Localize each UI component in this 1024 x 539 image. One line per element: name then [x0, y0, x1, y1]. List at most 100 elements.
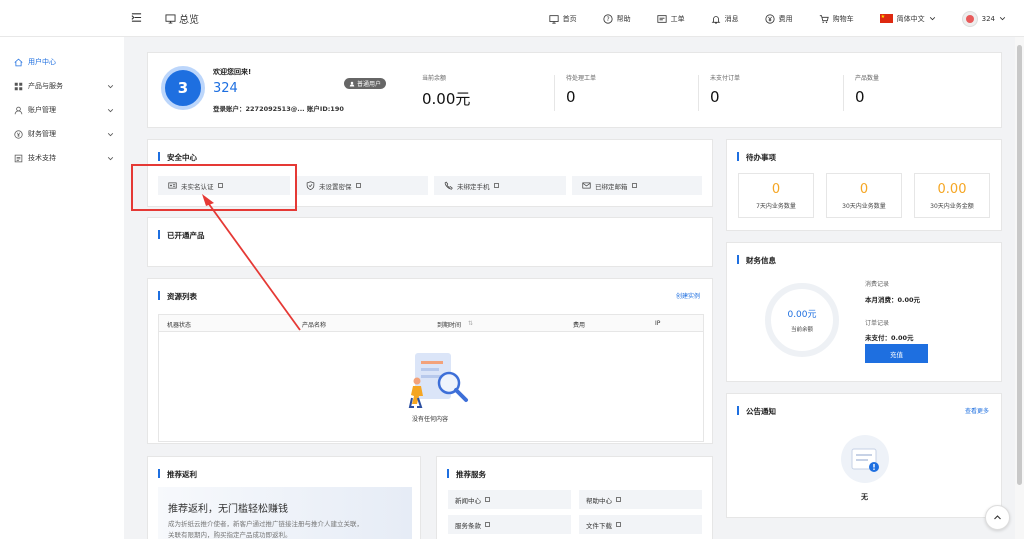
card-title: 公告通知 [737, 406, 776, 417]
sidebar-item-label: 用户中心 [28, 58, 56, 66]
empty-state-text: 没有任何内容 [412, 416, 449, 423]
service-terms[interactable]: 服务条款 [448, 515, 571, 534]
chevron-down-icon [107, 84, 114, 88]
nav-ticket[interactable]: 工单 [657, 14, 685, 24]
bell-icon [711, 15, 720, 24]
page-title: 总览 [165, 11, 199, 26]
service-downloads[interactable]: 文件下载 [579, 515, 702, 534]
stat-label: 产品数量 [855, 75, 880, 82]
chevron-down-icon [107, 132, 114, 136]
card-title: 推荐服务 [447, 469, 486, 480]
nav-fee-label: 费用 [778, 14, 793, 23]
stat-value: 0 [710, 88, 720, 106]
external-link-icon [616, 522, 621, 527]
empty-notice-icon [841, 435, 889, 483]
view-more-link[interactable]: 查看更多 [965, 406, 989, 415]
sidebar-item-support[interactable]: 技术支持 [14, 153, 114, 163]
stat-pending-tickets[interactable]: 待处理工单 0 [566, 73, 596, 106]
stat-product-count[interactable]: 产品数量 0 [855, 73, 879, 106]
nav-fee[interactable]: 费用 [765, 13, 793, 24]
stat-balance: 当前余额 0.00元 [422, 73, 470, 109]
back-to-top-button[interactable] [985, 505, 1010, 530]
service-label: 新闻中心 [455, 496, 481, 505]
user-menu-label: 324 [981, 14, 995, 23]
service-news[interactable]: 新闻中心 [448, 490, 571, 509]
referral-card: 推荐返利 推荐返利，无门槛轻松赚钱 成为折纸云推介使者，新客户通过推广链接注册与… [147, 456, 421, 539]
column-header[interactable]: IP [655, 320, 660, 327]
security-item-security-question[interactable]: 未设置密保 [296, 176, 428, 195]
top-nav: 首页 ? 帮助 工单 消息 费用 购物车 简体中文 324 [523, 0, 1006, 37]
finance-card: 财务信息 0.00元 当前余额 消费记录 本月消费：0.00元 订单记录 未支付… [726, 242, 1002, 382]
external-link-icon [493, 183, 499, 188]
chevron-down-icon [999, 17, 1006, 21]
recharge-button[interactable]: 充值 [865, 344, 928, 363]
sidebar-item-user-center[interactable]: 用户中心 [14, 57, 114, 67]
sidebar-item-finance[interactable]: 财务管理 [14, 129, 114, 139]
monitor-icon [165, 13, 176, 24]
security-item-phone[interactable]: 未绑定手机 [434, 176, 566, 195]
sidebar: 用户中心 产品与服务 账户管理 财务管理 技术支持 [0, 37, 124, 539]
service-help[interactable]: 帮助中心 [579, 490, 702, 509]
home-icon [14, 58, 23, 66]
spend-record-value: 本月消费：0.00元 [865, 296, 921, 304]
external-link-icon [485, 497, 490, 502]
user-icon [14, 106, 23, 114]
nav-home[interactable]: 首页 [549, 14, 577, 24]
sort-icon[interactable]: ⇅ [468, 320, 473, 327]
todo-item[interactable]: 0 7天内业务数量 [738, 173, 814, 218]
balance-ring: 0.00元 当前余额 [765, 283, 839, 357]
column-header[interactable]: 费用 [573, 320, 585, 329]
order-record-label: 订单记录 [865, 320, 890, 327]
sidebar-item-label: 账户管理 [28, 106, 56, 114]
security-center-card: 安全中心 未实名认证 未设置密保 未绑定手机 已绑定邮箱 [147, 139, 713, 207]
recommended-services-card: 推荐服务 新闻中心 帮助中心 服务条款 文件下载 [436, 456, 713, 539]
page-scrollbar[interactable] [1015, 37, 1024, 539]
sidebar-item-label: 产品与服务 [28, 82, 63, 90]
column-header[interactable]: 到期时间 [437, 320, 461, 329]
stat-value: 0.00元 [422, 90, 471, 108]
column-header[interactable]: 产品名称 [302, 320, 326, 329]
cart-icon [819, 14, 829, 23]
stat-unpaid-orders[interactable]: 未支付订单 0 [710, 73, 740, 106]
referral-headline: 推荐返利，无门槛轻松赚钱 [168, 504, 288, 515]
scrollbar-thumb[interactable] [1017, 45, 1022, 485]
stat-value: 0 [855, 88, 865, 106]
service-label: 帮助中心 [586, 496, 612, 505]
card-title: 已开通产品 [158, 230, 205, 241]
notice-card: 公告通知 查看更多 无 [726, 393, 1002, 518]
todo-value: 0 [859, 182, 869, 197]
user-menu[interactable]: 324 [961, 10, 1006, 27]
referral-banner[interactable]: 推荐返利，无门槛轻松赚钱 成为折纸云推介使者，新客户通过推广链接注册与推介人建立… [158, 487, 412, 539]
external-link-icon [631, 183, 637, 188]
security-item-label: 未实名认证 [181, 182, 214, 191]
nav-help-label: 帮助 [616, 14, 631, 23]
security-item-real-name[interactable]: 未实名认证 [158, 176, 290, 195]
nav-ticket-label: 工单 [670, 14, 685, 23]
sidebar-item-products[interactable]: 产品与服务 [14, 81, 114, 91]
security-item-label: 已绑定邮箱 [595, 182, 628, 191]
balance-amount: 0.00元 [787, 310, 817, 320]
language-label: 简体中文 [896, 14, 925, 23]
nav-help[interactable]: ? 帮助 [603, 13, 631, 24]
sidebar-item-account[interactable]: 账户管理 [14, 105, 114, 115]
todo-value: 0 [771, 182, 781, 197]
card-title: 财务信息 [737, 255, 776, 266]
external-link-icon [355, 183, 361, 188]
todo-item[interactable]: 0 30天内业务数量 [826, 173, 902, 218]
security-item-email[interactable]: 已绑定邮箱 [572, 176, 702, 195]
collapse-menu-icon[interactable] [131, 12, 142, 23]
table-header: 机器状态 产品名称 到期时间 ⇅ 费用 IP [159, 315, 703, 332]
nav-message[interactable]: 消息 [711, 14, 739, 24]
nav-cart[interactable]: 购物车 [819, 14, 854, 24]
nav-home-label: 首页 [562, 14, 577, 23]
nav-message-label: 消息 [724, 14, 739, 23]
todo-item[interactable]: 0.00 30天内业务金额 [914, 173, 990, 218]
phone-icon [444, 181, 453, 190]
top-bar: 总览 首页 ? 帮助 工单 消息 费用 购物车 简体中文 [0, 0, 1024, 37]
monitor-icon [549, 14, 559, 24]
active-products-card: 已开通产品 [147, 217, 713, 267]
column-header[interactable]: 机器状态 [167, 320, 191, 329]
todo-label: 7天内业务数量 [756, 203, 796, 210]
language-switcher[interactable]: 简体中文 [879, 14, 936, 24]
create-instance-link[interactable]: 创建实例 [676, 291, 700, 300]
